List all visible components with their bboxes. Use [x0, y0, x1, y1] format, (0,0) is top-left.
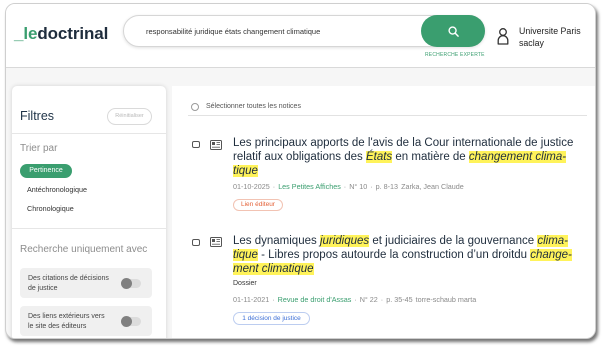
title-line: tique - Libres propos autourde la constr… [233, 248, 572, 262]
expert-search-link[interactable]: RECHERCHE EXPERTE [425, 52, 485, 58]
court-decisions-toggle[interactable] [121, 278, 141, 289]
highlighted-term: change- [530, 249, 572, 261]
meta-separator: · [370, 182, 373, 191]
title-line: relatif aux obligations des États en mat… [233, 150, 573, 164]
title-line: Les principaux apports de l'avis de la C… [233, 136, 573, 150]
filter-publisher-links-label: Des liens extérieurs vers le site des éd… [28, 312, 105, 332]
title-text: - Libres propos autourde la construction… [257, 249, 531, 261]
title-text: et judiciaires de la gouvernance [369, 235, 538, 247]
search-button[interactable] [421, 15, 485, 47]
title-text: Les principaux apports de l'avis de la C… [233, 137, 574, 149]
filter-court-decisions[interactable]: Des citations de décisions de justice [20, 268, 152, 298]
filters-sidebar: Filtres Réinitialiser Trier par Pertinen… [12, 86, 166, 338]
search-icon [447, 25, 459, 37]
highlighted-term: États [365, 151, 393, 163]
highlighted-term: juridiques [319, 235, 370, 247]
result-date: 01-11-2021 [233, 295, 270, 304]
user-icon-graphic [497, 28, 509, 45]
app-window: _ledoctrinal RECHERCHE EXPERTE Universit… [5, 3, 596, 339]
title-line: tique [233, 164, 573, 178]
meta-separator: · [343, 182, 347, 191]
title-text: en matière de [392, 151, 469, 163]
result-checkbox[interactable] [192, 141, 200, 148]
reset-filters-button[interactable]: Réinitialiser [107, 108, 152, 125]
sort-title: Trier par [20, 143, 58, 154]
user-icon[interactable] [497, 27, 509, 45]
result-pages: p. 35-45 [386, 295, 413, 304]
label-line: le site des éditeurs [28, 323, 87, 330]
title-text: relatif aux obligations des [233, 151, 366, 163]
result-number: N° 22 [359, 295, 378, 304]
result-type: Dossier [233, 280, 257, 287]
divider [12, 228, 166, 229]
document-icon [210, 237, 222, 247]
result-checkbox[interactable] [192, 239, 200, 246]
toggle-knob [121, 278, 132, 289]
highlighted-term: tique [233, 165, 258, 177]
logo[interactable]: _ledoctrinal [14, 24, 108, 44]
divider [188, 115, 587, 116]
logo-suffix: doctrinal [37, 24, 109, 43]
result-source[interactable]: Les Petites Affiches [278, 182, 341, 191]
label-line: de justice [28, 285, 58, 292]
sort-option-antechronologique[interactable]: Antéchronologique [27, 185, 87, 194]
only-with-title: Recherche uniquement avec [20, 244, 148, 255]
result-pages: p. 8-13 [375, 182, 399, 191]
sort-option-pertinence[interactable]: Pertinence [20, 164, 72, 178]
select-all-label[interactable]: Sélectionner toutes les notices [206, 102, 301, 112]
user-name-line-1: Universite Paris [519, 26, 581, 36]
title-text: Les dynamiques [233, 235, 320, 247]
highlighted-term: ment climatique [233, 263, 314, 275]
user-account-name[interactable]: Universite Paris saclay [519, 25, 581, 49]
filters-title: Filtres [20, 109, 55, 123]
result-authors: Zarka, Jean Claude [401, 182, 464, 191]
highlighted-term: tique [233, 249, 258, 261]
result-title[interactable]: Les principaux apports de l'avis de la C… [233, 136, 573, 178]
divider [12, 133, 166, 134]
result-meta: 01-11-2021 · Revue de droit d'Assas · N° 22 ·… [233, 295, 476, 305]
meta-separator: · [354, 295, 357, 304]
meta-separator: · [272, 295, 275, 304]
label-line: Des liens extérieurs vers [28, 313, 105, 320]
publisher-link-badge[interactable]: Lien éditeur [233, 199, 283, 211]
filter-publisher-links[interactable]: Des liens extérieurs vers le site des éd… [20, 306, 152, 336]
title-line: Les dynamiques juridiques et judiciaires… [233, 234, 572, 248]
toggle-knob [121, 316, 132, 327]
result-date: 01-10-2025 [233, 182, 270, 191]
document-icon [210, 140, 222, 150]
result-authors: torre-schaub marta [415, 295, 477, 304]
label-line: Des citations de décisions [28, 275, 109, 282]
user-name-line-2: saclay [519, 38, 544, 48]
court-decision-badge[interactable]: 1 décision de justice [233, 312, 310, 325]
highlighted-term: changement clima- [468, 151, 567, 163]
result-meta: 01-10-2025 · Les Petites Affiches · N° 10 · p.… [233, 182, 464, 192]
select-all-checkbox[interactable] [191, 103, 199, 111]
filter-court-decisions-label: Des citations de décisions de justice [28, 274, 109, 294]
top-header: _ledoctrinal RECHERCHE EXPERTE Universit… [6, 4, 595, 68]
results-panel: Sélectionner toutes les notices Les prin… [172, 86, 595, 338]
result-title[interactable]: Les dynamiques juridiques et judiciaires… [233, 234, 572, 276]
sort-option-chronologique[interactable]: Chronologique [27, 204, 74, 213]
logo-prefix: _le [14, 24, 38, 43]
meta-separator: · [380, 295, 384, 304]
publisher-links-toggle[interactable] [121, 316, 141, 327]
meta-separator: · [272, 182, 276, 191]
result-number: N° 10 [349, 182, 368, 191]
highlighted-term: clima- [537, 235, 568, 247]
title-line: ment climatique [233, 262, 572, 276]
result-source[interactable]: Revue de droit d'Assas [278, 295, 352, 304]
